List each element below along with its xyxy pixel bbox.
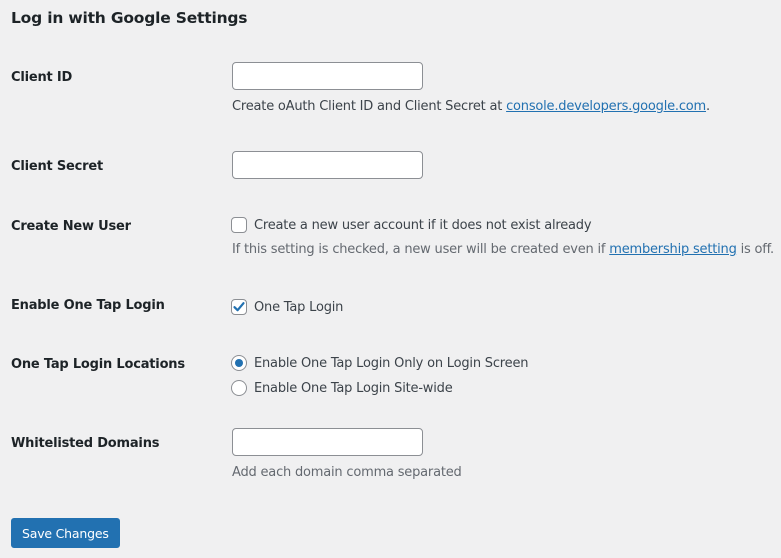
- save-changes-button[interactable]: Save Changes: [11, 518, 120, 548]
- create-new-user-checkbox[interactable]: [231, 217, 247, 233]
- whitelisted-domains-description: Add each domain comma separated: [232, 465, 462, 480]
- location-option-login-screen[interactable]: Enable One Tap Login Only on Login Scree…: [231, 355, 528, 371]
- create-new-user-label: Create New User: [11, 219, 131, 234]
- location-option-site-wide[interactable]: Enable One Tap Login Site-wide: [231, 380, 453, 396]
- one-tap-checkbox[interactable]: [231, 299, 247, 315]
- radio-selected-dot: [235, 359, 243, 367]
- create-new-user-description: If this setting is checked, a new user w…: [232, 242, 774, 257]
- login-screen-radio-label: Enable One Tap Login Only on Login Scree…: [254, 355, 529, 371]
- page-title: Log in with Google Settings: [11, 9, 248, 27]
- client-id-description-suffix: .: [706, 99, 710, 114]
- login-screen-radio[interactable]: [231, 355, 247, 371]
- checkmark-icon: [233, 302, 245, 312]
- client-secret-input[interactable]: [232, 151, 423, 179]
- client-secret-label: Client Secret: [11, 159, 103, 174]
- client-id-input[interactable]: [232, 62, 423, 90]
- create-new-user-description-text: If this setting is checked, a new user w…: [232, 242, 610, 257]
- site-wide-radio[interactable]: [231, 380, 247, 396]
- one-tap-checkbox-label: One Tap Login: [254, 299, 344, 315]
- one-tap-locations-label: One Tap Login Locations: [11, 357, 185, 372]
- enable-one-tap-option[interactable]: One Tap Login: [231, 299, 343, 315]
- client-id-description: Create oAuth Client ID and Client Secret…: [232, 99, 710, 114]
- enable-one-tap-label: Enable One Tap Login: [11, 298, 165, 313]
- google-console-link[interactable]: console.developers.google.com: [506, 99, 706, 114]
- site-wide-radio-label: Enable One Tap Login Site-wide: [254, 380, 453, 396]
- membership-setting-link[interactable]: membership setting: [609, 242, 737, 257]
- create-new-user-option[interactable]: Create a new user account if it does not…: [231, 217, 592, 233]
- whitelisted-domains-label: Whitelisted Domains: [11, 436, 160, 451]
- create-new-user-description-suffix: is off.: [736, 242, 775, 257]
- client-id-description-text: Create oAuth Client ID and Client Secret…: [232, 99, 507, 114]
- whitelisted-domains-input[interactable]: [232, 428, 423, 456]
- client-id-label: Client ID: [11, 70, 73, 85]
- create-new-user-checkbox-label: Create a new user account if it does not…: [254, 217, 592, 233]
